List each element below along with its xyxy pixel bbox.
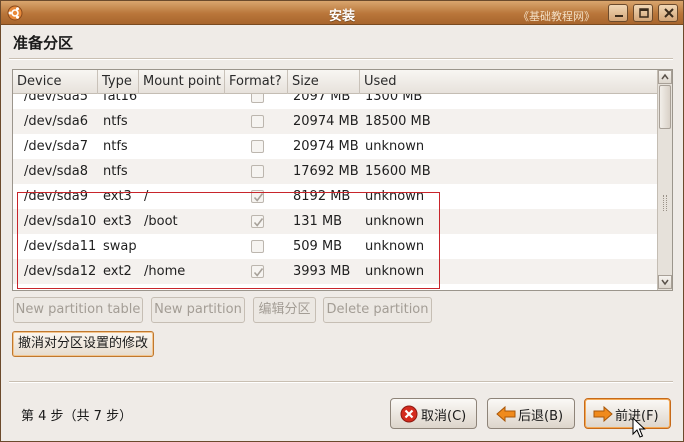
delete-partition-button[interactable]: Delete partition bbox=[323, 297, 432, 323]
cell-used: 18500 MB bbox=[365, 114, 431, 129]
arrow-right-icon bbox=[593, 405, 613, 423]
cell-device: /dev/sda6 bbox=[24, 114, 88, 129]
format-checkbox[interactable] bbox=[251, 140, 264, 153]
cell-type: ntfs bbox=[103, 164, 128, 179]
back-button[interactable]: 后退(B) bbox=[487, 398, 575, 429]
cell-used: 1300 MB bbox=[365, 94, 423, 104]
cell-used: unknown bbox=[365, 264, 425, 279]
back-label: 后退(B) bbox=[518, 409, 564, 424]
cell-device: /dev/sda8 bbox=[24, 164, 88, 179]
checkmark-icon bbox=[253, 268, 264, 277]
column-header-device[interactable]: Device bbox=[13, 70, 98, 94]
table-row[interactable]: /dev/sda10 ext3 /boot 131 MB unknown bbox=[13, 209, 658, 234]
title-bar[interactable]: 安装 《基础教程网》 bbox=[1, 1, 683, 25]
cancel-icon bbox=[400, 405, 418, 423]
cell-mount: / bbox=[144, 189, 149, 204]
cell-device: /dev/sda7 bbox=[24, 139, 88, 154]
divider bbox=[9, 58, 673, 60]
chevron-down-icon bbox=[661, 279, 669, 286]
checkmark-icon bbox=[253, 193, 264, 202]
column-header-type[interactable]: Type bbox=[98, 70, 139, 94]
format-checkbox[interactable] bbox=[251, 165, 264, 178]
close-icon bbox=[664, 8, 674, 18]
table-row[interactable]: /dev/sda6 ntfs 20974 MB 18500 MB bbox=[13, 109, 658, 134]
arrow-left-icon bbox=[496, 405, 516, 423]
cell-type: ext3 bbox=[103, 189, 132, 204]
step-indicator: 第 4 步（共 7 步） bbox=[21, 409, 133, 424]
watermark-text: 《基础教程网》 bbox=[518, 10, 595, 23]
cell-type: swap bbox=[103, 239, 137, 254]
table-row[interactable]: /dev/sda5 fat16 2097 MB 1300 MB bbox=[13, 94, 658, 109]
scroll-up-button[interactable] bbox=[658, 70, 672, 84]
column-header-format[interactable]: Format? bbox=[225, 70, 288, 94]
cell-used: 15600 MB bbox=[365, 164, 431, 179]
cell-size: 17692 MB bbox=[293, 164, 359, 179]
cell-type: fat16 bbox=[103, 94, 138, 104]
cell-device: /dev/sda9 bbox=[24, 189, 88, 204]
cell-type: ntfs bbox=[103, 114, 128, 129]
column-header-size[interactable]: Size bbox=[288, 70, 360, 94]
divider bbox=[9, 381, 673, 383]
new-partition-table-button[interactable]: New partition table bbox=[13, 297, 143, 323]
format-checkbox-checked[interactable] bbox=[251, 215, 264, 228]
cell-used: unknown bbox=[365, 139, 425, 154]
undo-changes-button[interactable]: 撤消对分区设置的修改 bbox=[12, 331, 154, 357]
checkmark-icon bbox=[253, 218, 264, 227]
cell-device: /dev/sda11 bbox=[24, 239, 97, 254]
format-checkbox-checked[interactable] bbox=[251, 265, 264, 278]
mouse-cursor-icon bbox=[632, 417, 646, 438]
cell-size: 8192 MB bbox=[293, 189, 351, 204]
table-row[interactable]: /dev/sda12 ext2 /home 3993 MB unknown bbox=[13, 259, 658, 284]
cell-type: ext3 bbox=[103, 214, 132, 229]
vertical-scrollbar[interactable] bbox=[657, 70, 672, 290]
scrollbar-thumb[interactable] bbox=[659, 85, 671, 129]
chevron-up-icon bbox=[661, 73, 669, 80]
table-header: Device Type Mount point Format? Size Use… bbox=[13, 70, 658, 94]
forward-button[interactable]: 前进(F) bbox=[584, 398, 671, 429]
cell-used: unknown bbox=[365, 214, 425, 229]
maximize-icon bbox=[639, 8, 649, 18]
maximize-button[interactable] bbox=[633, 4, 653, 22]
format-checkbox[interactable] bbox=[251, 240, 264, 253]
scrollbar-grip bbox=[663, 195, 667, 211]
cell-size: 3993 MB bbox=[293, 264, 351, 279]
cell-size: 509 MB bbox=[293, 239, 343, 254]
cell-mount: /home bbox=[144, 264, 186, 279]
format-checkbox[interactable] bbox=[251, 94, 264, 103]
table-row[interactable]: /dev/sda8 ntfs 17692 MB 15600 MB bbox=[13, 159, 658, 184]
table-row[interactable]: /dev/sda11 swap 509 MB unknown bbox=[13, 234, 658, 259]
cell-size: 20974 MB bbox=[293, 114, 359, 129]
column-header-used[interactable]: Used bbox=[360, 70, 658, 94]
cancel-button[interactable]: 取消(C) bbox=[390, 398, 477, 429]
format-checkbox-checked[interactable] bbox=[251, 190, 264, 203]
scroll-down-button[interactable] bbox=[658, 275, 672, 289]
installer-window: 安装 《基础教程网》 准备分区 Device Type Mount point … bbox=[0, 0, 684, 442]
column-header-mount-point[interactable]: Mount point bbox=[139, 70, 225, 94]
cell-type: ntfs bbox=[103, 139, 128, 154]
cell-size: 20974 MB bbox=[293, 139, 359, 154]
edit-partition-button[interactable]: 编辑分区 bbox=[253, 297, 316, 323]
cell-device: /dev/sda12 bbox=[24, 264, 97, 279]
cell-device: /dev/sda10 bbox=[24, 214, 97, 229]
cell-used: unknown bbox=[365, 239, 425, 254]
minimize-button[interactable] bbox=[608, 4, 628, 22]
cell-type: ext2 bbox=[103, 264, 132, 279]
format-checkbox[interactable] bbox=[251, 115, 264, 128]
cell-size: 131 MB bbox=[293, 214, 343, 229]
minimize-icon bbox=[615, 15, 623, 17]
page-title: 准备分区 bbox=[13, 34, 74, 52]
table-row[interactable]: /dev/sda9 ext3 / 8192 MB unknown bbox=[13, 184, 658, 209]
cell-device: /dev/sda5 bbox=[24, 94, 88, 104]
table-body: /dev/sda5 fat16 2097 MB 1300 MB /dev/sda… bbox=[13, 94, 658, 290]
cell-size: 2097 MB bbox=[293, 94, 351, 104]
cell-mount: /boot bbox=[144, 214, 178, 229]
new-partition-button[interactable]: New partition bbox=[151, 297, 245, 323]
table-row[interactable]: /dev/sda7 ntfs 20974 MB unknown bbox=[13, 134, 658, 159]
cancel-label: 取消(C) bbox=[421, 409, 467, 424]
close-window-button[interactable] bbox=[658, 4, 678, 22]
partition-table: Device Type Mount point Format? Size Use… bbox=[12, 69, 673, 291]
cell-used: unknown bbox=[365, 189, 425, 204]
